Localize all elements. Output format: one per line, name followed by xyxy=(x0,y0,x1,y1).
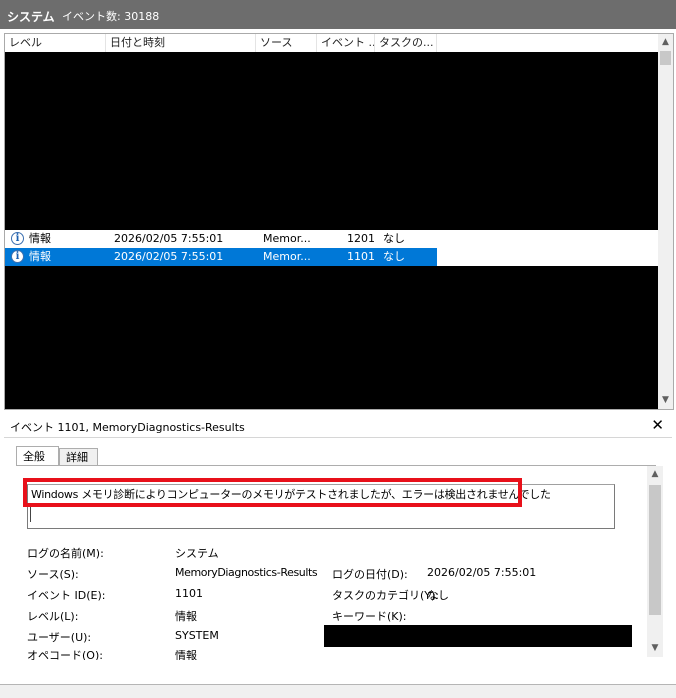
row-datetime: 2026/02/05 7:55:01 xyxy=(114,250,224,263)
prop-value-opcode: 情報 xyxy=(175,650,197,660)
prop-value-user: SYSTEM xyxy=(175,629,219,642)
tab-divider xyxy=(16,465,656,466)
prop-label-level: レベル(L): xyxy=(27,610,79,623)
redacted-area xyxy=(324,625,632,647)
event-detail-header: イベント 1101, MemoryDiagnostics-Results ✕ xyxy=(4,415,672,438)
tab-details[interactable]: 詳細 xyxy=(59,448,98,466)
status-bar xyxy=(0,684,676,698)
list-scrollbar[interactable]: ▲ ▼ xyxy=(658,34,673,409)
prop-label-task: タスクのカテゴリ(Y): xyxy=(332,589,440,602)
row-source: Memor... xyxy=(263,232,311,245)
tab-general[interactable]: 全般 xyxy=(16,446,59,466)
row-event-id: 1201 xyxy=(347,232,375,245)
event-detail-title: イベント 1101, MemoryDiagnostics-Results xyxy=(10,421,245,434)
row-source: Memor... xyxy=(263,250,311,263)
prop-label-log-name: ログの名前(M): xyxy=(27,547,104,560)
prop-value-event-id: 1101 xyxy=(175,587,203,600)
log-name-title: システム xyxy=(7,10,55,24)
column-header-source[interactable]: ソース xyxy=(256,34,317,52)
info-icon: i xyxy=(11,232,24,245)
scroll-down-icon[interactable]: ▼ xyxy=(647,640,663,657)
event-row-selected[interactable]: i 情報 2026/02/05 7:55:01 Memor... 1101 なし xyxy=(5,248,658,266)
prop-value-level: 情報 xyxy=(175,610,197,623)
text-caret xyxy=(30,506,31,522)
row-datetime: 2026/02/05 7:55:01 xyxy=(114,232,224,245)
close-icon[interactable]: ✕ xyxy=(651,416,664,434)
prop-label-user: ユーザー(U): xyxy=(27,631,92,644)
info-icon: i xyxy=(11,250,24,263)
prop-value-task: なし xyxy=(427,589,449,602)
scroll-down-icon[interactable]: ▼ xyxy=(658,392,673,409)
column-header-level[interactable]: レベル xyxy=(5,34,106,52)
scroll-thumb[interactable] xyxy=(649,485,661,615)
prop-label-logged: ログの日付(D): xyxy=(332,568,408,581)
row-task: なし xyxy=(383,232,405,245)
column-header-task-category[interactable]: タスクの... xyxy=(375,34,437,52)
event-count: イベント数: 30188 xyxy=(62,10,160,23)
event-list[interactable]: レベル 日付と時刻 ソース イベント ... タスクの... i 情報 2026… xyxy=(4,33,674,410)
scroll-up-icon[interactable]: ▲ xyxy=(647,466,663,483)
detail-scrollbar[interactable]: ▲ ▼ xyxy=(647,466,663,657)
prop-value-logged: 2026/02/05 7:55:01 xyxy=(427,566,537,579)
opcode-row-clip: オペコード(O): 情報 xyxy=(0,650,640,660)
prop-value-log-name: システム xyxy=(175,547,219,560)
column-header-datetime[interactable]: 日付と時刻 xyxy=(106,34,256,52)
redacted-area xyxy=(5,266,658,409)
event-row[interactable]: i 情報 2026/02/05 7:55:01 Memor... 1201 なし xyxy=(5,230,658,248)
scroll-thumb[interactable] xyxy=(660,51,671,65)
prop-label-event-id: イベント ID(E): xyxy=(27,589,106,602)
prop-value-source: MemoryDiagnostics-Results xyxy=(175,566,318,579)
log-title-bar: システム イベント数: 30188 xyxy=(0,0,676,29)
row-level: 情報 xyxy=(29,250,51,263)
prop-label-keywords: キーワード(K): xyxy=(332,610,407,623)
row-event-id: 1101 xyxy=(347,250,375,263)
redacted-area xyxy=(5,52,658,230)
highlight-annotation xyxy=(23,478,522,507)
row-level: 情報 xyxy=(29,232,51,245)
prop-label-source: ソース(S): xyxy=(27,568,79,581)
column-header-event-id[interactable]: イベント ... xyxy=(317,34,375,52)
prop-label-opcode: オペコード(O): xyxy=(27,650,103,660)
row-task: なし xyxy=(383,250,405,263)
scroll-up-icon[interactable]: ▲ xyxy=(658,34,673,51)
